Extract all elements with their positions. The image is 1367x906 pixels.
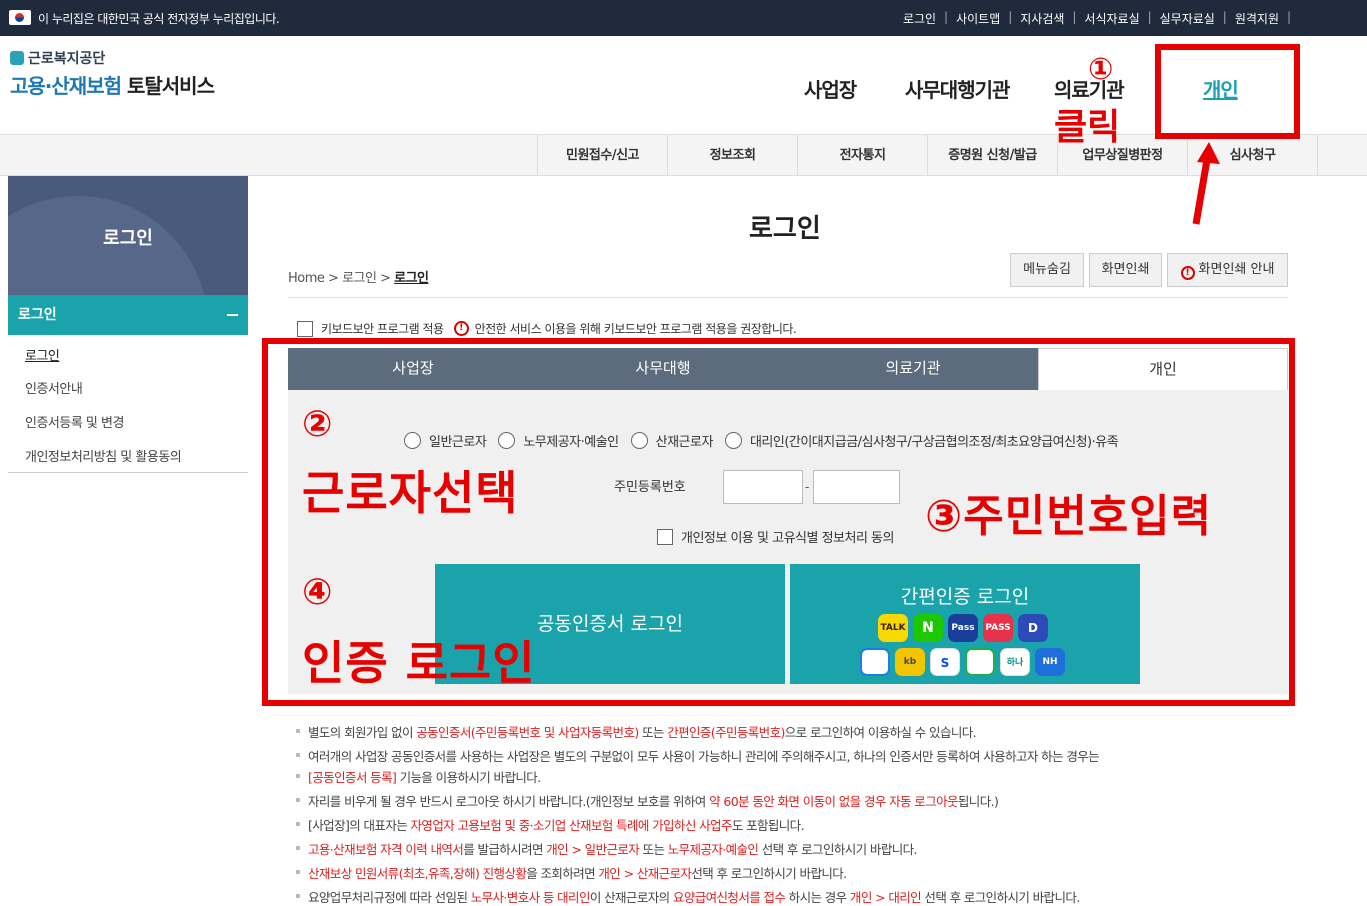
print-button[interactable]: 화면인쇄 bbox=[1089, 253, 1162, 287]
lnb-item-cert-guide[interactable]: 인증서안내 bbox=[25, 378, 83, 397]
print-guide-button[interactable]: ! 화면인쇄 안내 bbox=[1167, 253, 1288, 287]
print-guide-label: 화면인쇄 안내 bbox=[1198, 262, 1275, 277]
comwel-logo-icon bbox=[10, 51, 24, 65]
note-5: 고용·산재보험 자격 이력 내역서를 발급하시려면 개인 > 일반근로자 또는 … bbox=[296, 839, 918, 858]
breadcrumb-current: 로그인 bbox=[394, 271, 429, 286]
gnb-business[interactable]: 사업장 bbox=[804, 74, 857, 103]
annotation-step2: ② bbox=[302, 404, 333, 445]
annotation-worker-select: 근로자선택 bbox=[302, 466, 519, 520]
snb-notice[interactable]: 전자통지 bbox=[797, 135, 927, 176]
breadcrumb-home[interactable]: Home bbox=[288, 271, 325, 286]
note-6: 산재보상 민원서류(최초,유족,장해) 진행상황을 조회하려면 개인 > 산재근… bbox=[296, 863, 847, 882]
util-links: 로그인 사이트맵 지사검색 서식자료실 실무자료실 원격지원 bbox=[893, 10, 1291, 27]
annotation-cert-login: 인증 로그인 bbox=[302, 636, 536, 690]
page-title: 로그인 bbox=[749, 214, 821, 244]
lnb-list: 로그인 인증서안내 인증서등록 및 변경 개인정보처리방침 및 활용동의 bbox=[8, 335, 248, 473]
annotation-step1: ① bbox=[1088, 52, 1114, 87]
lnb-title: 로그인 bbox=[103, 228, 153, 249]
lnb-current-label: 로그인 bbox=[18, 307, 57, 323]
util-link-login[interactable]: 로그인 bbox=[893, 10, 948, 27]
logo-title-blue: 고용·산재보험 bbox=[10, 74, 122, 98]
keyboard-security-checkbox[interactable] bbox=[297, 320, 313, 337]
breadcrumb-mid[interactable]: 로그인 bbox=[342, 271, 377, 286]
alert-icon: ! bbox=[453, 321, 469, 336]
highlight-personal-box bbox=[1155, 44, 1300, 139]
breadcrumb: Home > 로그인 > 로그인 bbox=[288, 271, 429, 286]
arrow-icon bbox=[1192, 142, 1220, 225]
sub-nav: 민원접수/신고 정보조회 전자통지 증명원 신청/발급 업무상질병판정 심사청구 bbox=[0, 135, 1367, 176]
note-2-cont: [공동인증서 등록] 기능을 이용하시기 바랍니다. bbox=[296, 767, 541, 786]
annotation-click: 클릭 bbox=[1054, 107, 1121, 148]
korea-flag-icon bbox=[9, 10, 31, 25]
annotation-step3: ③주민번호입력 bbox=[925, 491, 1213, 542]
note-4: [사업장]의 대표자는 자영업자 고용보험 및 중·소기업 산재보험 특례에 가… bbox=[296, 815, 805, 834]
keyboard-security: 키보드보안 프로그램 적용 ! 안전한 서비스 이용을 위해 키보드보안 프로그… bbox=[297, 320, 797, 337]
util-link-remote-support[interactable]: 원격지원 bbox=[1225, 10, 1291, 27]
site-logo[interactable]: 근로복지공단 고용·산재보험 토탈서비스 bbox=[10, 48, 215, 99]
snb-info[interactable]: 정보조회 bbox=[667, 135, 797, 176]
lnb-current[interactable]: 로그인 bbox=[8, 295, 248, 335]
note-7: 요양업무처리규정에 따라 선임된 노무사·변호사 등 대리인이 산재근로자의 요… bbox=[296, 887, 1080, 906]
gnb-agency[interactable]: 사무대행기관 bbox=[905, 74, 1010, 103]
keyboard-security-label: 키보드보안 프로그램 적용 bbox=[321, 322, 444, 336]
note-2: 여러개의 사업장 공동인증서를 사용하는 사업장은 별도의 구분없이 모두 사용… bbox=[295, 746, 1100, 765]
annotation-step4: ④ bbox=[302, 572, 333, 613]
cert-register-link[interactable]: [공동인증서 등록] bbox=[308, 770, 397, 785]
lnb-item-cert-register[interactable]: 인증서등록 및 변경 bbox=[25, 412, 124, 431]
keyboard-security-notice: 안전한 서비스 이용을 위해 키보드보안 프로그램 적용을 권장합니다. bbox=[474, 322, 797, 336]
gov-banner-message: 이 누리집은 대한민국 공식 전자정부 누리집입니다. bbox=[38, 12, 280, 26]
minus-icon[interactable] bbox=[227, 314, 238, 316]
lnb-item-login[interactable]: 로그인 bbox=[25, 345, 60, 364]
snb-certificate[interactable]: 증명원 신청/발급 bbox=[927, 135, 1057, 176]
logo-org: 근로복지공단 bbox=[28, 51, 106, 67]
util-link-practice[interactable]: 실무자료실 bbox=[1150, 10, 1227, 27]
hide-menu-button[interactable]: 메뉴숨김 bbox=[1010, 253, 1084, 287]
alert-icon: ! bbox=[1180, 266, 1195, 280]
snb-civil[interactable]: 민원접수/신고 bbox=[537, 135, 667, 176]
note-1: 별도의 회원가입 없이 공동인증서(주민등록번호 및 사업자등록번호) 또는 간… bbox=[295, 722, 977, 741]
util-link-forms[interactable]: 서식자료실 bbox=[1074, 10, 1151, 27]
util-link-sitemap[interactable]: 사이트맵 bbox=[946, 10, 1012, 27]
logo-title-dark: 토탈서비스 bbox=[126, 74, 215, 98]
lnb-item-privacy[interactable]: 개인정보처리방침 및 활용동의 bbox=[25, 446, 182, 465]
lnb-header: 로그인 bbox=[8, 176, 248, 295]
util-link-branch-search[interactable]: 지사검색 bbox=[1010, 10, 1076, 27]
note-3: 자리를 비우게 될 경우 반드시 로그아웃 하시기 바랍니다.(개인정보 보호를… bbox=[295, 791, 999, 810]
title-divider bbox=[288, 297, 1288, 298]
gov-banner: 이 누리집은 대한민국 공식 전자정부 누리집입니다. 로그인 사이트맵 지사검… bbox=[0, 0, 1367, 36]
